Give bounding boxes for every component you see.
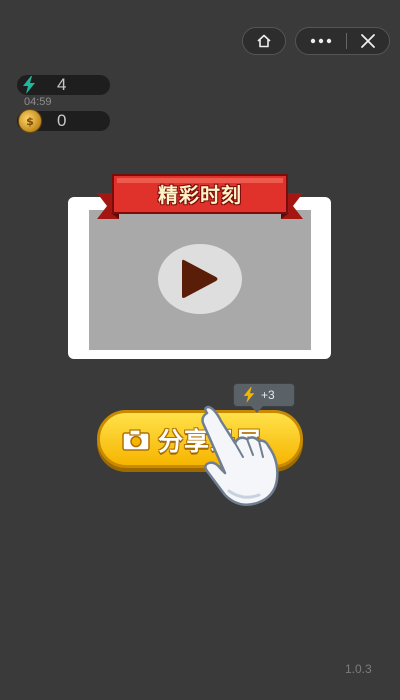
close-button[interactable] bbox=[347, 28, 389, 54]
reward-amount: +3 bbox=[261, 388, 275, 402]
bolt-icon bbox=[243, 387, 255, 403]
ribbon-title: 精彩时刻 bbox=[158, 183, 242, 207]
energy-bar: 4 bbox=[17, 75, 110, 95]
home-icon bbox=[257, 34, 271, 48]
energy-timer: 04:59 bbox=[24, 96, 52, 108]
close-icon bbox=[361, 34, 375, 48]
home-button[interactable] bbox=[242, 27, 286, 55]
more-button[interactable] bbox=[296, 28, 346, 54]
menu-capsule bbox=[295, 27, 390, 55]
title-ribbon: 精彩时刻 bbox=[97, 173, 303, 225]
play-icon bbox=[182, 259, 218, 298]
version-label: 1.0.3 bbox=[345, 662, 372, 676]
camera-icon bbox=[122, 429, 150, 451]
video-preview[interactable] bbox=[89, 210, 311, 350]
reward-tooltip: +3 bbox=[233, 383, 295, 413]
energy-count: 4 bbox=[57, 75, 67, 94]
bolt-icon bbox=[23, 76, 35, 94]
more-icon bbox=[310, 38, 332, 44]
coin-bar: $ 0 bbox=[17, 109, 110, 133]
coin-count: 0 bbox=[57, 111, 67, 130]
hand-pointer-icon bbox=[201, 405, 279, 506]
coin-icon: $ bbox=[18, 109, 42, 133]
play-button[interactable] bbox=[158, 244, 242, 314]
